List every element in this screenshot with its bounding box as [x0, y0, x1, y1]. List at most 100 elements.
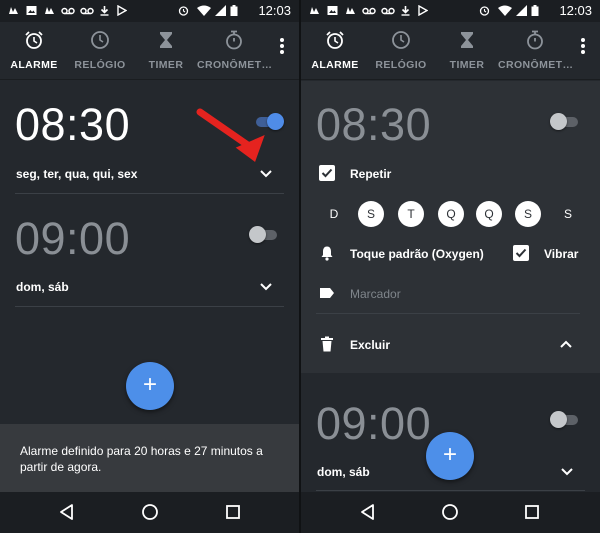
tab-relogio[interactable]: RELÓGIO: [367, 22, 435, 80]
voicemail-icon: [61, 7, 75, 15]
bell-icon: [321, 246, 333, 261]
alarm-toggle[interactable]: [550, 112, 580, 132]
status-time: 12:03: [258, 3, 291, 18]
tab-alarme[interactable]: ALARME: [301, 22, 369, 80]
back-icon[interactable]: [359, 503, 377, 521]
weekday-wednesday[interactable]: Q: [438, 201, 464, 227]
weekday-friday[interactable]: S: [515, 201, 541, 227]
plus-icon: +: [442, 441, 457, 468]
status-time: 12:03: [559, 3, 592, 18]
back-icon[interactable]: [58, 503, 76, 521]
navigation-bar: [0, 492, 299, 533]
divider: [316, 490, 585, 491]
right-screen: 12:03 ALARME RELÓGIO TIMER CRONÔMET… 08:…: [301, 0, 600, 533]
label-input[interactable]: Marcador: [350, 287, 401, 301]
wifi-icon: [197, 5, 211, 16]
tab-label: CRONÔMET…: [498, 59, 572, 71]
weekday-sunday[interactable]: D: [321, 201, 347, 227]
image-icon: [327, 6, 338, 15]
alarm-time[interactable]: 09:00: [316, 401, 431, 446]
status-bar: 12:03: [0, 0, 299, 22]
tab-label: TIMER: [148, 59, 184, 71]
add-alarm-button[interactable]: +: [126, 362, 174, 410]
divider: [316, 313, 580, 314]
weekday-saturday[interactable]: S: [555, 201, 581, 227]
ringtone-selector[interactable]: Toque padrão (Oxygen): [350, 247, 484, 261]
recents-icon[interactable]: [523, 503, 541, 521]
label-tag-icon: [320, 288, 334, 298]
notification-icon: [45, 7, 54, 14]
alarm-toggle[interactable]: [550, 410, 580, 430]
vibrate-checkbox[interactable]: [513, 245, 529, 261]
alarm-status-icon: [479, 6, 490, 16]
notification-icon: [9, 7, 18, 14]
tab-relogio[interactable]: RELÓGIO: [66, 22, 134, 80]
alarm-time[interactable]: 08:30: [316, 102, 431, 147]
tab-alarme[interactable]: ALARME: [0, 22, 68, 80]
divider: [15, 306, 284, 307]
signal-icon: [215, 5, 226, 16]
clock-icon: [91, 31, 109, 49]
tab-bar: ALARME RELÓGIO TIMER CRONÔMET…: [0, 22, 299, 80]
wifi-icon: [498, 5, 512, 16]
chevron-down-icon[interactable]: [259, 169, 273, 179]
left-screen: 12:03 ALARME RELÓGIO TIMER CRONÔMET… 08:…: [0, 0, 299, 533]
alarm-toggle[interactable]: [249, 225, 279, 245]
weekday-thursday[interactable]: Q: [476, 201, 502, 227]
tab-label: ALARME: [311, 59, 359, 71]
download-icon: [401, 6, 410, 16]
check-icon: [515, 248, 527, 258]
battery-icon: [531, 5, 539, 16]
snackbar-message: Alarme definido para 20 horas e 27 minut…: [20, 444, 263, 474]
annotation-arrow-icon: [196, 108, 265, 162]
tab-label: TIMER: [449, 59, 485, 71]
more-options-icon[interactable]: [277, 36, 287, 56]
alarm-days: seg, ter, qua, qui, sex: [16, 167, 138, 181]
stopwatch-icon: [226, 30, 242, 50]
home-icon[interactable]: [141, 503, 159, 521]
alarm-time[interactable]: 09:00: [15, 216, 130, 261]
tab-label: RELÓGIO: [375, 59, 427, 71]
chevron-down-icon[interactable]: [560, 467, 574, 477]
play-store-icon: [418, 5, 428, 16]
tab-cronometro[interactable]: CRONÔMET…: [197, 22, 271, 80]
tab-cronometro[interactable]: CRONÔMET…: [498, 22, 572, 80]
tab-label: CRONÔMET…: [197, 59, 271, 71]
vibrate-label: Vibrar: [544, 247, 579, 261]
chevron-down-icon[interactable]: [259, 282, 273, 292]
add-alarm-button[interactable]: +: [426, 432, 474, 480]
voicemail-icon: [381, 7, 395, 15]
tab-timer[interactable]: TIMER: [132, 22, 200, 80]
navigation-bar: [301, 492, 600, 533]
alarm-status-icon: [178, 6, 189, 16]
check-icon: [321, 168, 333, 178]
hourglass-icon: [461, 32, 473, 48]
download-icon: [100, 6, 109, 16]
snackbar: Alarme definido para 20 horas e 27 minut…: [0, 424, 299, 492]
clock-icon: [392, 31, 410, 49]
home-icon[interactable]: [441, 503, 459, 521]
weekday-tuesday[interactable]: T: [398, 201, 424, 227]
tab-bar: ALARME RELÓGIO TIMER CRONÔMET…: [301, 22, 600, 80]
play-store-icon: [117, 5, 127, 16]
stopwatch-icon: [527, 30, 543, 50]
signal-icon: [516, 5, 527, 16]
repeat-checkbox[interactable]: [319, 165, 335, 181]
alarm-clock-icon: [25, 31, 43, 49]
tab-label: RELÓGIO: [74, 59, 126, 71]
alarm-time[interactable]: 08:30: [15, 102, 130, 147]
weekday-monday[interactable]: S: [358, 201, 384, 227]
battery-icon: [230, 5, 238, 16]
voicemail-icon: [362, 7, 376, 15]
voicemail-icon: [80, 7, 94, 15]
hourglass-icon: [160, 32, 172, 48]
image-icon: [26, 6, 37, 15]
recents-icon[interactable]: [224, 503, 242, 521]
chevron-up-icon[interactable]: [559, 339, 573, 349]
tab-timer[interactable]: TIMER: [433, 22, 501, 80]
plus-icon: +: [142, 371, 157, 398]
more-options-icon[interactable]: [578, 36, 588, 56]
alarm-days: dom, sáb: [16, 280, 69, 294]
notification-icon: [310, 7, 319, 14]
delete-button[interactable]: Excluir: [350, 338, 390, 352]
